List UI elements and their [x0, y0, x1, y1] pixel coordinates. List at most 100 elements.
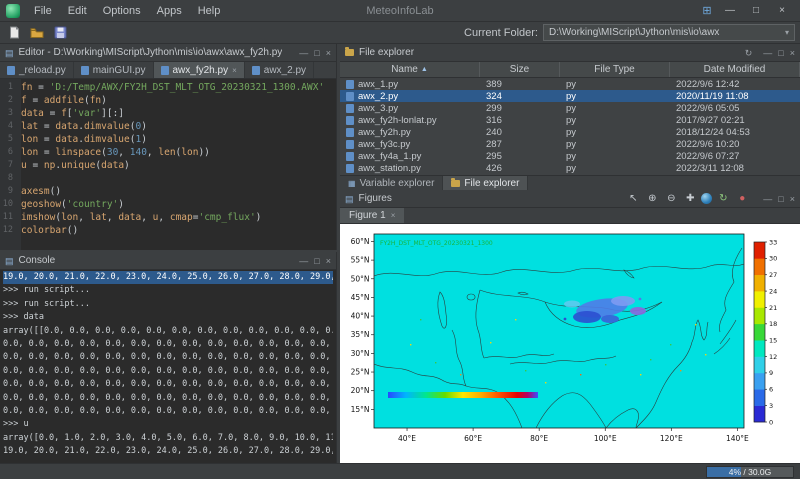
open-file-icon[interactable] — [28, 24, 46, 42]
console-line: 0.0, 0.0, 0.0, 0.0, 0.0, 0.0, 0.0, 0.0, … — [3, 378, 333, 391]
console-line: >>> data — [3, 311, 333, 324]
console-panel: ▤ Console —□× 19.0, 20.0, 21.0, 22.0, 23… — [0, 252, 337, 463]
editor-tab-awx-fy2h-py[interactable]: awx_fy2h.py× — [154, 62, 245, 78]
column-header-size[interactable]: Size — [480, 62, 560, 77]
figure-tab[interactable]: Figure 1 × — [340, 208, 404, 223]
refresh-icon[interactable]: ↻ — [745, 47, 753, 59]
console-line: 19.0, 20.0, 21.0, 22.0, 23.0, 24.0, 25.0… — [3, 271, 333, 284]
console-line: 0.0, 0.0, 0.0, 0.0, 0.0, 0.0, 0.0, 0.0, … — [3, 365, 333, 378]
current-folder-path: D:\Working\MIScript\Jython\mis\io\awx — [549, 27, 781, 38]
menubar: FileEditOptionsAppsHelp MeteoInfoLab ⊞ —… — [0, 0, 800, 22]
editor-panel: ▤ Editor - D:\Working\MIScript\Jython\mi… — [0, 44, 337, 250]
menu-help[interactable]: Help — [190, 3, 229, 19]
file-type-cell: py — [560, 79, 670, 90]
code-text: f = addfile(fn) — [17, 94, 107, 107]
float-icon[interactable]: □ — [314, 255, 319, 267]
close-icon[interactable]: × — [790, 47, 795, 59]
py-file-icon — [346, 128, 354, 137]
full-extent-icon[interactable] — [701, 193, 712, 204]
console-line: 0.0, 0.0, 0.0, 0.0, 0.0, 0.0, 0.0, 0.0, … — [3, 338, 333, 351]
menu-edit[interactable]: Edit — [60, 3, 95, 19]
layout-icon[interactable]: ⊞ — [698, 4, 716, 17]
colorbar: 03691215182124273033 — [754, 238, 777, 426]
minimize-icon[interactable]: — — [763, 47, 772, 59]
minimize-button[interactable]: — — [718, 2, 742, 20]
file-row[interactable]: awx_3.py299py2022/9/6 05:05 — [340, 102, 800, 114]
code-text: u = np.unique(data) — [17, 159, 130, 172]
column-header-date-modified[interactable]: Date Modified — [670, 62, 800, 77]
file-row[interactable]: awx_fy3c.py287py2022/9/6 10:20 — [340, 138, 800, 150]
float-icon[interactable]: □ — [314, 47, 319, 59]
code-text — [17, 172, 21, 185]
console-line: >>> run script... — [3, 298, 333, 311]
file-row[interactable]: awx_fy4a_1.py295py2022/9/6 07:27 — [340, 150, 800, 162]
code-text: axesm() — [17, 185, 61, 198]
chevron-down-icon[interactable]: ▾ — [785, 28, 789, 37]
close-icon[interactable]: × — [326, 255, 331, 267]
x-tick-label: 100°E — [594, 434, 617, 443]
file-name-cell: awx_1.py — [340, 79, 480, 90]
menu-apps[interactable]: Apps — [149, 3, 190, 19]
file-size-cell: 389 — [480, 79, 560, 90]
file-size-cell: 324 — [480, 91, 560, 102]
file-row[interactable]: awx_fy2h-lonlat.py316py2017/9/27 02:21 — [340, 114, 800, 126]
figure-canvas[interactable]: 40°E60°E80°E100°E120°E140°E15°N20°N25°N3… — [340, 224, 796, 462]
py-file-icon — [81, 66, 89, 75]
code-area[interactable]: 1fn = 'D:/Temp/AWX/FY2H_DST_MLT_OTG_2023… — [0, 79, 336, 250]
file-row[interactable]: awx_fy2h.py240py2018/12/24 04:53 — [340, 126, 800, 138]
select-icon[interactable]: ↖ — [625, 192, 641, 206]
save-icon[interactable] — [51, 24, 69, 42]
menu-file[interactable]: File — [26, 3, 60, 19]
current-folder-combo[interactable]: D:\Working\MIScript\Jython\mis\io\awx ▾ — [543, 24, 795, 41]
code-text: lon = linspace(30, 140, len(lon)) — [17, 146, 210, 159]
close-icon[interactable]: × — [790, 193, 795, 205]
x-tick-label: 140°E — [726, 434, 749, 443]
column-header-file-type[interactable]: File Type — [560, 62, 670, 77]
minimize-icon[interactable]: — — [763, 193, 772, 205]
file-type-cell: py — [560, 91, 670, 102]
zoom-out-icon[interactable]: ⊖ — [663, 192, 679, 206]
figures-panel: ▤ Figures ↖⊕⊖✚↻● —□× Figure 1 × — [340, 190, 800, 463]
close-tab-icon[interactable]: × — [232, 66, 237, 75]
close-figure-icon[interactable]: × — [391, 211, 396, 220]
editor-tab--reload-py[interactable]: _reload.py — [0, 62, 74, 78]
pan-icon[interactable]: ✚ — [682, 192, 698, 206]
file-row[interactable]: awx_2.py324py2020/11/19 11:08 — [340, 90, 800, 102]
figure-toolbar: ↖⊕⊖✚ ↻● — [625, 192, 750, 206]
identify-icon[interactable]: ● — [734, 192, 750, 206]
menu-options[interactable]: Options — [95, 3, 149, 19]
new-script-icon[interactable] — [5, 24, 23, 42]
code-line: 7u = np.unique(data) — [0, 159, 336, 172]
file-type-cell: py — [560, 151, 670, 162]
code-line: 6lon = linspace(30, 140, len(lon)) — [0, 146, 336, 159]
line-number: 5 — [0, 133, 17, 146]
zoom-in-icon[interactable]: ⊕ — [644, 192, 660, 206]
code-line: 11imshow(lon, lat, data, u, cmap='cmp_fl… — [0, 211, 336, 224]
editor-tab-label: awx_2.py — [264, 65, 306, 76]
file-row[interactable]: awx_1.py389py2022/9/6 12:42 — [340, 78, 800, 90]
y-tick-label: 30°N — [351, 349, 370, 358]
tab-file-explorer[interactable]: File explorer — [443, 176, 528, 190]
maximize-button[interactable]: □ — [744, 2, 768, 20]
line-number: 4 — [0, 120, 17, 133]
figures-panel-header: ▤ Figures ↖⊕⊖✚↻● —□× — [340, 190, 800, 208]
minimize-icon[interactable]: — — [299, 255, 308, 267]
minimize-icon[interactable]: — — [299, 47, 308, 59]
column-header-name[interactable]: Name▲ — [340, 62, 480, 77]
close-icon[interactable]: × — [326, 47, 331, 59]
x-tick-label: 120°E — [660, 434, 683, 443]
py-file-icon — [252, 66, 260, 75]
tab-variable-explorer[interactable]: ▦Variable explorer — [340, 176, 443, 190]
file-row[interactable]: awx_station.py426py2022/3/11 12:08 — [340, 162, 800, 174]
memory-indicator[interactable]: 4% / 30.0G — [706, 466, 794, 478]
map-background — [374, 234, 744, 428]
float-icon[interactable]: □ — [778, 47, 783, 59]
figures-panel-controls: — □ × — [763, 193, 795, 205]
rotate-icon[interactable]: ↻ — [715, 192, 731, 206]
editor-tab-awx-2-py[interactable]: awx_2.py — [245, 62, 314, 78]
float-icon[interactable]: □ — [778, 193, 783, 205]
file-type-cell: py — [560, 103, 670, 114]
editor-tab-maingui-py[interactable]: mainGUI.py — [74, 62, 154, 78]
console-output[interactable]: 19.0, 20.0, 21.0, 22.0, 23.0, 24.0, 25.0… — [0, 270, 336, 463]
close-button[interactable]: × — [770, 2, 794, 20]
